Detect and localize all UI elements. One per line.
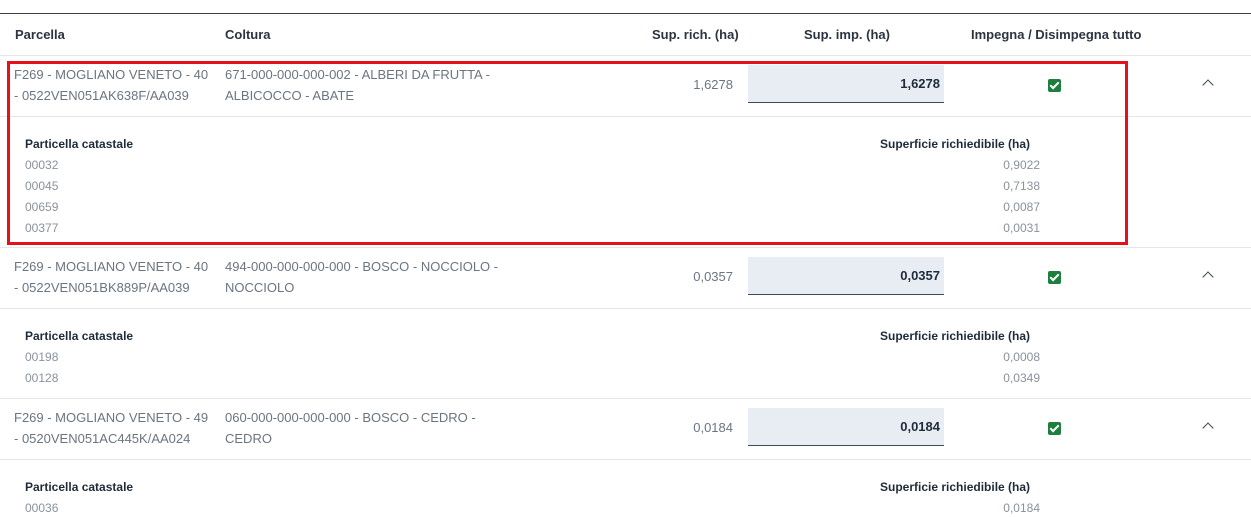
- header-coltura: Coltura: [225, 27, 271, 42]
- sup-rich-value: 0,0357: [693, 269, 733, 284]
- sup-imp-value: 0,0184: [900, 419, 940, 434]
- sup-imp-input[interactable]: 0,0184: [748, 408, 944, 446]
- coltura-line1: 060-000-000-000-000 - BOSCO - CEDRO -: [225, 410, 476, 425]
- particella-value: 00198: [25, 350, 59, 364]
- chevron-up-icon[interactable]: [1202, 79, 1214, 91]
- particella-title: Particella catastale: [25, 329, 134, 343]
- superficie-column: Superficie richiedibile (ha) 0,0184: [880, 477, 1040, 517]
- chevron-up-icon[interactable]: [1202, 422, 1214, 434]
- coltura-line2: NOCCIOLO: [225, 280, 295, 295]
- red-highlight-box: [7, 61, 1128, 245]
- sup-rich-value: 0,0184: [693, 420, 733, 435]
- superficie-column: Superficie richiedibile (ha) 0,0008 0,03…: [880, 326, 1040, 389]
- coltura-line1: 494-000-000-000-000 - BOSCO - NOCCIOLO -: [225, 259, 499, 274]
- header-sup-rich: Sup. rich. (ha): [652, 27, 739, 42]
- row-detail: Particella catastale 00036 Superficie ri…: [0, 461, 1251, 517]
- header-parcella: Parcella: [15, 27, 65, 42]
- sup-imp-value: 0,0357: [900, 268, 940, 283]
- chevron-up-icon[interactable]: [1202, 271, 1214, 283]
- header-sup-imp: Sup. imp. (ha): [804, 27, 890, 42]
- table-row: F269 - MOGLIANO VENETO - 40 - 0522VEN051…: [0, 249, 1251, 309]
- row-detail: Particella catastale 00198 00128 Superfi…: [0, 310, 1251, 399]
- particella-title: Particella catastale: [25, 480, 134, 494]
- impegna-checkbox[interactable]: [1048, 271, 1061, 284]
- particella-value: 00128: [25, 371, 59, 385]
- coltura-line2: CEDRO: [225, 431, 272, 446]
- superficie-title: Superficie richiedibile (ha): [880, 329, 1031, 343]
- coltura-cell: 060-000-000-000-000 - BOSCO - CEDRO - CE…: [225, 407, 476, 449]
- particella-column: Particella catastale 00036: [25, 477, 133, 517]
- header-impegna-tutto[interactable]: Impegna / Disimpegna tutto: [971, 27, 1141, 42]
- particella-value: 00036: [25, 501, 59, 515]
- impegna-checkbox[interactable]: [1048, 422, 1061, 435]
- parcella-cell: F269 - MOGLIANO VENETO - 40 - 0522VEN051…: [14, 256, 208, 298]
- parcella-line1: F269 - MOGLIANO VENETO - 49: [14, 410, 209, 425]
- superficie-value: 0,0349: [1003, 371, 1040, 385]
- parcella-line2: - 0520VEN051AC445K/AA024: [14, 431, 191, 446]
- particella-column: Particella catastale 00198 00128: [25, 326, 133, 389]
- sup-imp-input[interactable]: 0,0357: [748, 257, 944, 295]
- coltura-cell: 494-000-000-000-000 - BOSCO - NOCCIOLO -…: [225, 256, 498, 298]
- parcella-line2: - 0522VEN051BK889P/AA039: [14, 280, 190, 295]
- table-header: Parcella Coltura Sup. rich. (ha) Sup. im…: [0, 14, 1251, 56]
- superficie-value: 0,0008: [1003, 350, 1040, 364]
- superficie-value: 0,0184: [1003, 501, 1040, 515]
- table-row: F269 - MOGLIANO VENETO - 49 - 0520VEN051…: [0, 400, 1251, 460]
- parcella-cell: F269 - MOGLIANO VENETO - 49 - 0520VEN051…: [14, 407, 208, 449]
- superficie-title: Superficie richiedibile (ha): [880, 480, 1031, 494]
- parcella-line1: F269 - MOGLIANO VENETO - 40: [14, 259, 209, 274]
